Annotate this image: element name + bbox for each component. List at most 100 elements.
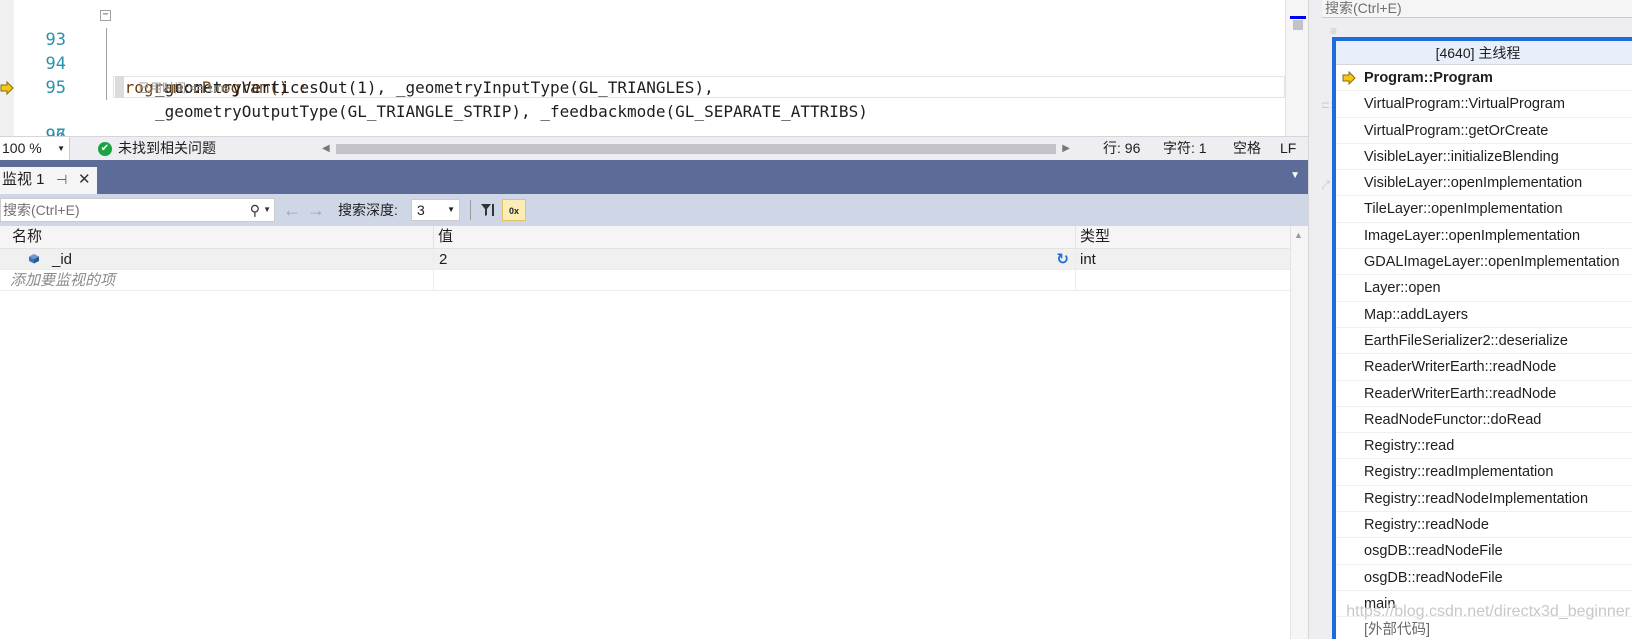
panel-splitter[interactable] — [1308, 0, 1322, 639]
column-header-type[interactable]: 类型 — [1076, 226, 1290, 249]
list-item[interactable]: EarthFileSerializer2::deserialize — [1336, 328, 1632, 355]
chevron-down-icon: ▼ — [447, 205, 455, 214]
list-item[interactable]: Layer::open — [1336, 275, 1632, 302]
line-indicator[interactable]: 行: 96 — [1103, 137, 1140, 160]
list-item[interactable]: Registry::read — [1336, 433, 1632, 460]
list-item[interactable]: osgDB::readNodeFile — [1336, 538, 1632, 565]
code-line-95[interactable]: 95 _geometryOutputType(GL_TRIANGLE_STRIP… — [0, 52, 1285, 121]
scrollbar-thumb[interactable] — [1293, 20, 1303, 30]
code-editor[interactable]: 93 − Program::Program() : 94 _geometryVe… — [0, 0, 1308, 136]
scroll-right-icon[interactable]: ▶ — [1062, 137, 1070, 160]
line-ending-indicator[interactable]: LF — [1280, 137, 1296, 160]
watch-tab-bar: 监视 1 ⊣ ✕ ▼ — [0, 160, 1308, 194]
list-item[interactable]: Program::Program — [1336, 65, 1632, 92]
scroll-position-marker — [1290, 16, 1306, 19]
watch-value-cell[interactable]: 2 ↻ — [434, 249, 1076, 270]
editor-vertical-scrollbar[interactable] — [1285, 0, 1308, 136]
elapsed-time-hint: 已用时间 <= 1ms — [138, 81, 230, 95]
list-item[interactable]: ReaderWriterEarth::readNode — [1336, 381, 1632, 407]
frame-name: GDALImageLayer::openImplementation — [1364, 254, 1620, 271]
call-stack-list: [4640] 主线程 Program::Program VirtualProgr… — [1332, 37, 1632, 639]
frame-name: Layer::open — [1364, 280, 1441, 297]
chevron-down-icon[interactable]: ▼ — [263, 199, 271, 221]
column-header-value[interactable]: 值 — [434, 226, 1076, 249]
list-item[interactable]: TileLayer::openImplementation — [1336, 196, 1632, 223]
watch-name-cell[interactable]: _id — [0, 249, 434, 270]
code-line-97[interactable]: 97 } — [0, 100, 1285, 136]
list-item[interactable]: VirtualProgram::VirtualProgram — [1336, 91, 1632, 118]
frame-name: [外部代码] — [1364, 622, 1431, 639]
code-line-96[interactable]: 96 { 已用时间 <= 1ms — [0, 76, 1285, 136]
column-header-name[interactable]: 名称 — [0, 226, 434, 249]
scroll-up-icon[interactable]: ▲ — [1294, 230, 1303, 240]
watch-vertical-scrollbar[interactable]: ▲ — [1290, 226, 1308, 639]
scrollbar-thumb[interactable] — [336, 144, 1056, 154]
frame-name: Registry::readImplementation — [1364, 464, 1554, 481]
table-row[interactable]: _id 2 ↻ int — [0, 249, 1290, 270]
list-item[interactable]: osgDB::readNodeFile — [1336, 565, 1632, 591]
issues-indicator[interactable]: ✔ 未找到相关问题 — [98, 137, 216, 160]
watch-value: 2 — [439, 251, 448, 268]
refresh-icon[interactable]: ↻ — [1056, 249, 1069, 270]
watch-name: _id — [52, 251, 73, 268]
field-variable-icon — [29, 254, 39, 264]
frame-list: Program::Program VirtualProgram::Virtual… — [1336, 65, 1632, 639]
frame-name: ImageLayer::openImplementation — [1364, 227, 1581, 244]
thread-header[interactable]: [4640] 主线程 — [1336, 41, 1632, 65]
watch-toolbar: 搜索(Ctrl+E) ⚲ ▼ ← → 搜索深度: 3 ▼ 0x — [0, 194, 1308, 226]
watch-search-input[interactable]: 搜索(Ctrl+E) ⚲ ▼ — [0, 198, 275, 222]
hex-display-toggle-button[interactable]: 0x — [502, 199, 526, 221]
tab-watch-1[interactable]: 监视 1 ⊣ ✕ — [0, 167, 97, 194]
call-stack-panel: 搜索(Ctrl+E) ≡ ⊂⊃ ⤢ [4640] 主线程 Program::Pr… — [1322, 0, 1632, 639]
ghost-expand-icon: ⤢ — [1322, 178, 1330, 192]
zoom-value: 100 % — [2, 140, 42, 156]
zoom-dropdown[interactable]: 100 % ▼ — [0, 137, 70, 160]
instruction-pointer-icon[interactable] — [0, 81, 14, 95]
search-placeholder: 搜索(Ctrl+E) — [3, 202, 80, 218]
list-item[interactable]: ReadNodeFunctor::doRead — [1336, 407, 1632, 434]
filter-icon[interactable] — [476, 199, 500, 221]
scroll-left-icon[interactable]: ◀ — [322, 137, 330, 160]
caret-highlight — [115, 76, 124, 98]
callstack-search-input[interactable]: 搜索(Ctrl+E) — [1322, 0, 1632, 18]
empty-value-cell — [434, 270, 1076, 291]
list-item[interactable]: Registry::readNodeImplementation — [1336, 486, 1632, 513]
list-item[interactable]: GDALImageLayer::openImplementation — [1336, 249, 1632, 276]
search-depth-value: 3 — [417, 202, 425, 218]
frame-name: osgDB::readNodeFile — [1364, 543, 1503, 560]
list-item[interactable]: ImageLayer::openImplementation — [1336, 223, 1632, 250]
current-frame-arrow-icon — [1342, 71, 1356, 85]
list-item[interactable]: VisibleLayer::openImplementation — [1336, 170, 1632, 197]
watch-grid-header: 名称 值 类型 — [0, 226, 1290, 249]
close-icon[interactable]: ✕ — [78, 167, 91, 193]
whitespace-indicator[interactable]: 空格 — [1233, 137, 1261, 160]
frame-name: Program::Program — [1364, 70, 1493, 86]
frame-name: ReadNodeFunctor::doRead — [1364, 411, 1542, 428]
add-watch-row[interactable]: 添加要监视的项 — [0, 270, 1290, 291]
watch-type: int — [1080, 251, 1096, 268]
fold-toggle[interactable]: − — [100, 10, 111, 21]
code-line-98[interactable]: 98 — [0, 124, 1285, 136]
list-item[interactable]: Registry::readNode — [1336, 512, 1632, 539]
list-item[interactable]: Map::addLayers — [1336, 302, 1632, 328]
search-depth-select[interactable]: 3 ▼ — [411, 199, 460, 221]
list-item[interactable]: ReaderWriterEarth::readNode — [1336, 354, 1632, 381]
search-icon[interactable]: ⚲ — [250, 199, 260, 221]
column-indicator[interactable]: 字符: 1 — [1163, 137, 1207, 160]
search-back-arrow-icon[interactable]: ← — [283, 198, 301, 222]
frame-name: Registry::readNodeImplementation — [1364, 490, 1589, 507]
editor-horizontal-scrollbar[interactable]: ◀ ▶ — [322, 137, 1070, 161]
search-forward-arrow-icon[interactable]: → — [307, 198, 325, 222]
pin-icon[interactable]: ⊣ — [56, 167, 67, 193]
window-menu-chevron-icon[interactable]: ▼ — [1290, 170, 1300, 181]
code-line-93[interactable]: 93 − Program::Program() : — [0, 4, 1285, 98]
frame-name: VirtualProgram::getOrCreate — [1364, 122, 1549, 139]
check-circle-icon: ✔ — [98, 141, 112, 156]
add-watch-item[interactable]: 添加要监视的项 — [0, 270, 434, 291]
list-item[interactable]: VirtualProgram::getOrCreate — [1336, 118, 1632, 144]
list-item[interactable]: VisibleLayer::initializeBlending — [1336, 144, 1632, 171]
code-line-94[interactable]: 94 _geometryVerticesOut(1), _geometryInp… — [0, 28, 1285, 97]
watermark: https://blog.csdn.net/directx3d_beginner — [1346, 603, 1630, 620]
frame-name: EarthFileSerializer2::deserialize — [1364, 332, 1568, 349]
list-item[interactable]: Registry::readImplementation — [1336, 459, 1632, 486]
